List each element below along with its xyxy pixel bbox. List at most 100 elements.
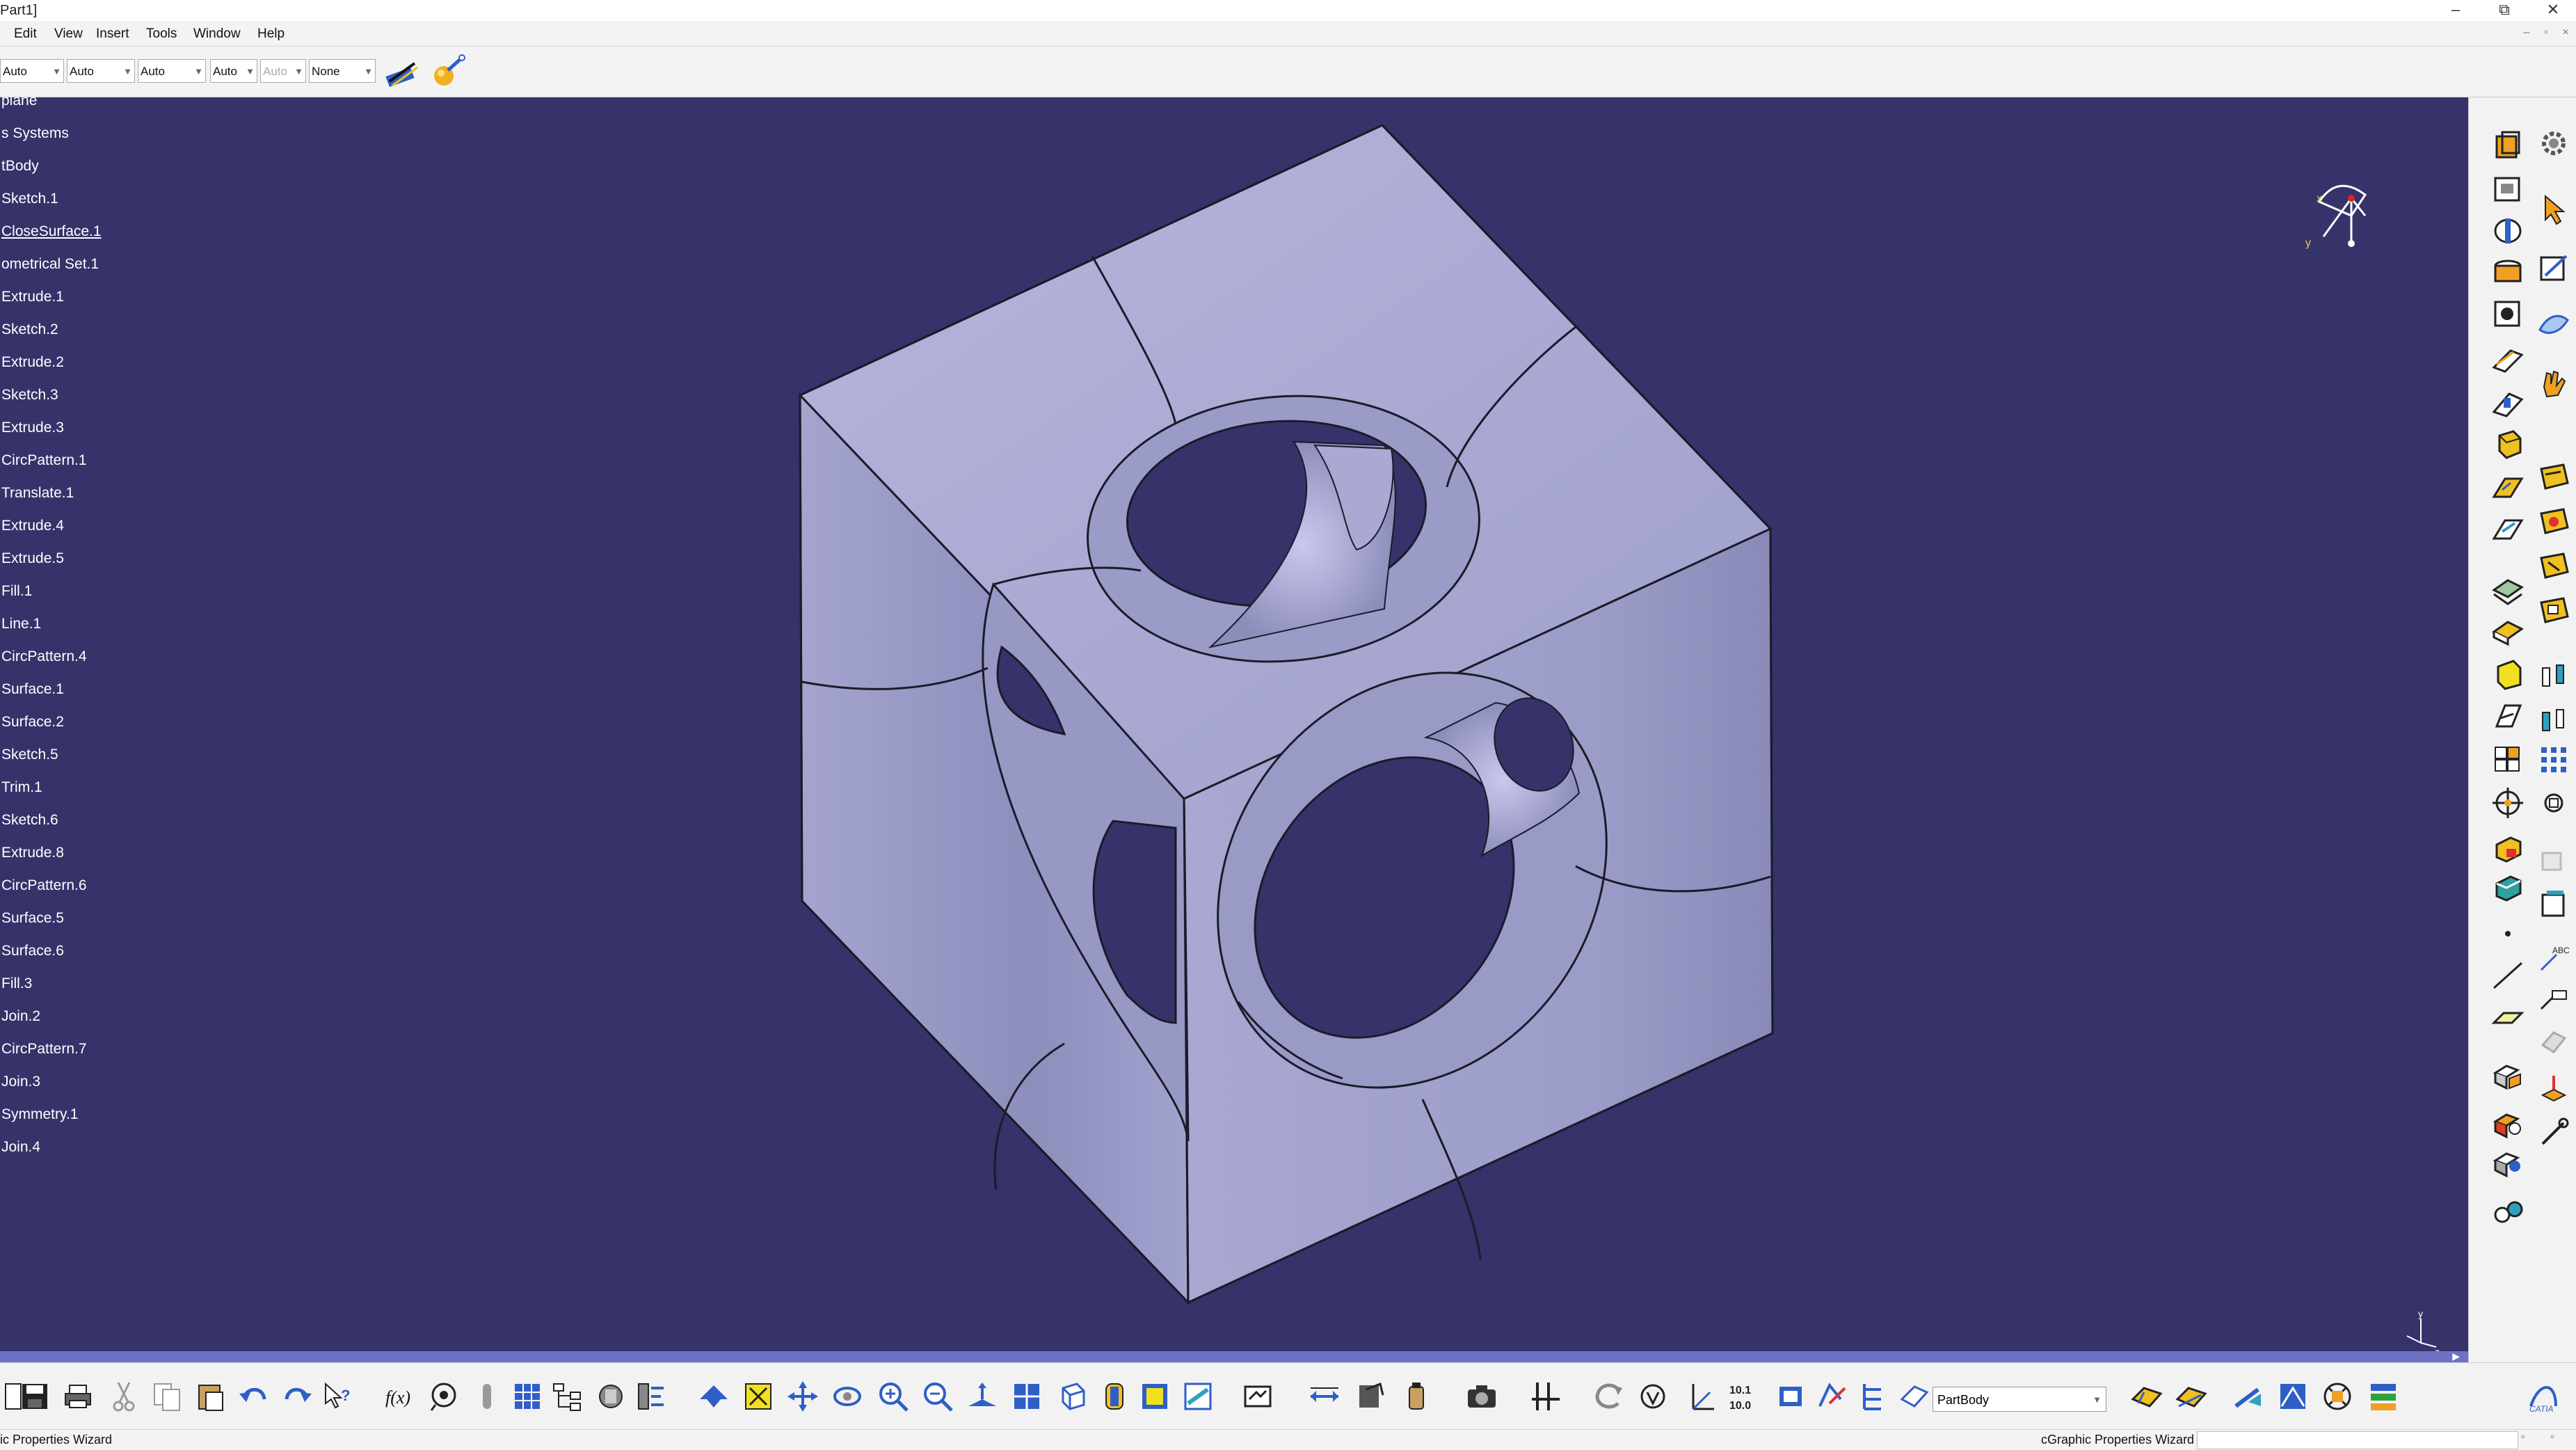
tree-node[interactable]: Extrude.2 (1, 354, 64, 371)
tree-node[interactable]: tBody (1, 158, 39, 175)
apply-material-icon[interactable] (2275, 1378, 2311, 1415)
gear-icon[interactable] (2536, 125, 2572, 161)
removed-multi-sections-icon[interactable] (2490, 511, 2526, 547)
menu-insert[interactable]: Insert (96, 26, 129, 42)
pattern-grid-icon[interactable] (2536, 742, 2572, 778)
tree-node[interactable]: Translate.1 (1, 485, 74, 502)
paste-icon[interactable] (192, 1378, 228, 1415)
geometrical-set-icon[interactable] (2490, 870, 2526, 906)
redo-icon[interactable] (278, 1378, 314, 1415)
tree-node[interactable]: Sketch.5 (1, 747, 58, 763)
swap-visible-space-icon[interactable] (1180, 1378, 1216, 1415)
draft-icon[interactable] (2536, 548, 2572, 584)
tree-node[interactable]: Surface.1 (1, 681, 64, 698)
print-icon[interactable] (60, 1378, 96, 1415)
fit-all-icon[interactable] (740, 1378, 776, 1415)
menu-window[interactable]: Window (193, 26, 241, 42)
body-icon[interactable] (2490, 831, 2526, 867)
tree-node[interactable]: ometrical Set.1 (1, 256, 99, 273)
normal-view-icon[interactable] (964, 1378, 1000, 1415)
slot-icon[interactable] (2490, 384, 2526, 420)
close-button[interactable]: ✕ (2532, 0, 2574, 21)
pocket-icon[interactable] (2490, 171, 2526, 207)
plane-icon[interactable] (2490, 999, 2526, 1035)
chamfer-icon[interactable] (2536, 504, 2572, 540)
axis-system-icon[interactable] (2490, 785, 2526, 821)
surface-icon[interactable] (2536, 308, 2572, 344)
tree-node[interactable]: Sketch.1 (1, 191, 58, 207)
translation-icon[interactable] (2536, 658, 2572, 694)
tree-node[interactable]: Extrude.4 (1, 518, 64, 534)
tree-node[interactable]: CircPattern.7 (1, 1041, 87, 1058)
rectangular-pattern-icon[interactable] (2490, 742, 2526, 778)
menu-view[interactable]: View (54, 26, 83, 42)
cut-icon[interactable] (106, 1378, 142, 1415)
thick-surface-icon[interactable] (2490, 615, 2526, 651)
whats-this-icon[interactable]: ? (320, 1378, 356, 1415)
line-icon[interactable] (2490, 957, 2526, 994)
tree-node[interactable]: CircPattern.1 (1, 452, 87, 469)
format-painter-icon[interactable] (383, 56, 422, 88)
fly-mode-icon[interactable] (696, 1378, 732, 1415)
shading-icon[interactable] (1096, 1378, 1133, 1415)
restore-button[interactable]: ⧉ (2483, 0, 2525, 21)
knowledge-advisor-icon[interactable] (426, 1378, 462, 1415)
sketch-icon[interactable] (2536, 250, 2572, 287)
tree-node[interactable]: Extrude.5 (1, 550, 64, 567)
compass-icon[interactable]: x y (2296, 174, 2400, 285)
tree-node[interactable]: Sketch.2 (1, 321, 58, 338)
select-arrow-icon[interactable] (2536, 192, 2572, 228)
line-type-combo[interactable]: Auto ▼ (210, 59, 257, 83)
tree-node[interactable]: Join.3 (1, 1074, 40, 1090)
tree-node[interactable]: s Systems (1, 125, 69, 142)
boolean-assemble-icon[interactable] (2490, 1058, 2526, 1094)
zoom-out-icon[interactable] (920, 1378, 956, 1415)
tree-node[interactable]: Line.1 (1, 616, 41, 632)
rotation-icon[interactable] (2536, 703, 2572, 739)
tree-node[interactable]: Fill.3 (1, 975, 32, 992)
groove-icon[interactable] (2490, 255, 2526, 291)
point-symbol-combo[interactable]: Auto ▼ (260, 59, 306, 83)
specification-tree[interactable]: plane s Systems tBody Sketch.1 CloseSurf… (0, 93, 278, 1280)
tree-node[interactable]: CircPattern.6 (1, 877, 87, 894)
3d-viewport[interactable]: plane s Systems tBody Sketch.1 CloseSurf… (0, 93, 2468, 1362)
manual-update-icon[interactable] (1635, 1378, 1671, 1415)
tree-node[interactable]: Sketch.3 (1, 387, 58, 404)
shaft-icon[interactable] (2490, 213, 2526, 249)
solid-combine-icon[interactable] (2490, 427, 2526, 463)
zoom-in-icon[interactable] (875, 1378, 911, 1415)
boolean-intersect-icon[interactable] (2490, 1145, 2526, 1181)
tree-node[interactable]: plane (1, 93, 37, 109)
tree-node[interactable]: Surface.5 (1, 910, 64, 927)
tree-node[interactable]: Join.2 (1, 1008, 40, 1025)
sketch-analysis-icon[interactable] (1240, 1378, 1276, 1415)
transparency-combo[interactable]: Auto ▼ (67, 59, 135, 83)
scroll-right-icon[interactable]: ▶ (2452, 1351, 2460, 1362)
tree-node-selected[interactable]: CloseSurface.1 (1, 223, 102, 240)
tree-node[interactable]: Fill.1 (1, 583, 32, 600)
tree-node[interactable]: Extrude.3 (1, 420, 64, 436)
tools-disabled-icon[interactable] (2536, 845, 2572, 881)
rotate-icon[interactable] (829, 1378, 865, 1415)
multi-sections-solid-icon[interactable] (2490, 469, 2526, 505)
reorder-icon[interactable] (593, 1378, 629, 1415)
menu-edit[interactable]: Edit (14, 26, 37, 42)
body-in-work-icon[interactable] (1773, 1378, 1809, 1415)
tree-node[interactable]: Sketch.6 (1, 812, 58, 829)
sweep-icon[interactable] (2230, 1378, 2266, 1415)
define-in-work-object-2-icon[interactable] (2173, 1378, 2209, 1415)
minimize-button[interactable]: – (2435, 0, 2477, 21)
copy-icon[interactable] (149, 1378, 185, 1415)
constraint-icon[interactable] (1528, 1378, 1564, 1415)
multi-view-icon[interactable] (1009, 1378, 1045, 1415)
child-restore-icon[interactable]: ▫ (2538, 26, 2554, 39)
hybrid-body-icon[interactable] (1853, 1378, 1889, 1415)
child-close-icon[interactable]: × (2557, 26, 2574, 39)
menu-help[interactable]: Help (257, 26, 285, 42)
sew-surface-icon[interactable] (2490, 699, 2526, 735)
split-icon[interactable] (2490, 573, 2526, 610)
render-style-icon[interactable] (2319, 1378, 2355, 1415)
status-toggle-icon[interactable]: ▫ (2521, 1431, 2525, 1444)
annotation-disabled-icon[interactable] (2536, 1024, 2572, 1060)
tree-expand-icon[interactable] (550, 1378, 586, 1415)
